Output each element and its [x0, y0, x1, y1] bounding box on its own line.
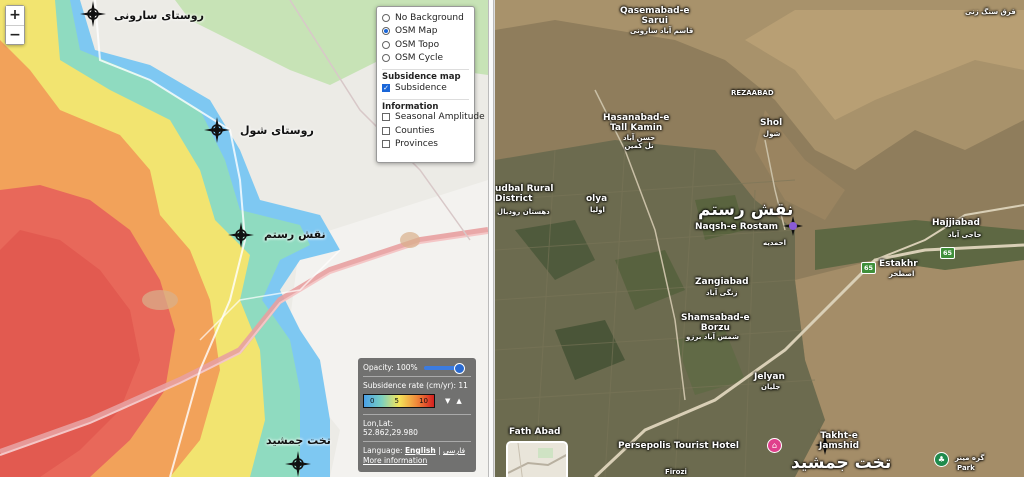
- zoom-out-button[interactable]: −: [6, 25, 24, 44]
- place-label: احمدیه: [763, 239, 787, 247]
- legend-tick: 5: [394, 397, 399, 405]
- pane-divider: [488, 0, 494, 477]
- zoom-in-button[interactable]: +: [6, 6, 24, 25]
- color-legend-bar: 0 5 10: [363, 394, 435, 408]
- satellite-map-pane[interactable]: Qasemabad-e Sarui قاسم آباد سارونی Hasan…: [495, 0, 1024, 477]
- place-label: Jelyan: [754, 372, 785, 382]
- place-label: قاسم آباد سارونی: [630, 27, 694, 35]
- place-label: Estakhr: [879, 259, 918, 269]
- satellite-imagery[interactable]: [495, 0, 1024, 477]
- layer-switcher-panel: No Background OSM Map OSM Topo OSM Cycle…: [376, 6, 485, 163]
- radio-icon[interactable]: [382, 40, 390, 49]
- location-marker-icon[interactable]: [204, 117, 230, 143]
- place-label-saruni: روستای سارونی: [114, 9, 204, 22]
- place-label-naqsh: نقش رستم: [264, 228, 326, 241]
- poi-label: Persepolis Tourist Hotel: [618, 441, 739, 451]
- overlay-option[interactable]: Provinces: [382, 138, 469, 152]
- place-label: اصطخر: [889, 270, 915, 278]
- place-label: حاجی آباد: [948, 231, 982, 239]
- place-label: Zangiabad: [695, 277, 749, 287]
- place-label: udbal Rural District: [495, 184, 554, 204]
- place-label-takht: تخت جمشید: [266, 434, 331, 447]
- location-marker-icon[interactable]: [285, 451, 311, 477]
- place-label: Shol: [760, 118, 783, 128]
- zoom-control: + −: [5, 5, 25, 45]
- overlay-option[interactable]: Counties: [382, 124, 469, 138]
- legend-arrows: ▼▲: [445, 397, 468, 405]
- legend-tick: 10: [419, 397, 428, 405]
- place-label: olya: [586, 194, 608, 204]
- section-title-subsidence: Subsidence map: [382, 69, 469, 82]
- place-label: Hasanabad-e Tall Kamin: [603, 113, 670, 133]
- section-title-information: Information: [382, 98, 469, 112]
- road-shield: 65: [940, 247, 956, 259]
- place-label: نقش رستم: [698, 200, 794, 220]
- language-row: Language: English | فارسی: [363, 446, 466, 455]
- place-label: زنگی آباد: [706, 289, 738, 297]
- checkbox-icon[interactable]: [382, 126, 390, 135]
- opacity-label: Opacity: 100%: [363, 363, 418, 372]
- overlay-option[interactable]: Seasonal Amplitude: [382, 111, 485, 125]
- base-layer-option[interactable]: OSM Map: [382, 25, 469, 39]
- place-label: تخت جمشید: [791, 453, 892, 473]
- language-english-link[interactable]: English: [405, 446, 436, 455]
- place-label: قرق سنگ زنی: [965, 8, 1016, 16]
- location-marker-icon[interactable]: [228, 222, 254, 248]
- place-label: حسن آباد تل کمین: [623, 134, 656, 150]
- radio-icon[interactable]: [382, 54, 390, 63]
- opacity-slider[interactable]: [424, 363, 466, 374]
- place-label: جلیان: [761, 383, 781, 391]
- checkbox-icon[interactable]: [382, 140, 390, 149]
- opacity-row: Opacity: 100%: [363, 363, 471, 374]
- place-label-shol: روستای شول: [240, 124, 314, 137]
- subsidence-map-pane[interactable]: + − روستای سارونی روستای شول نقش رستم تخ…: [0, 0, 488, 477]
- checkbox-icon[interactable]: [382, 113, 390, 122]
- legend-tick: 0: [370, 397, 375, 405]
- layer-toggle-minimap[interactable]: [506, 441, 568, 477]
- place-label: Takht-e Jamshid: [819, 431, 860, 451]
- arrow-up-icon[interactable]: ▲: [456, 397, 467, 405]
- place-label: Hajjiabad: [932, 218, 980, 228]
- radio-icon[interactable]: [382, 27, 390, 36]
- hotel-icon[interactable]: ⌂: [767, 438, 782, 453]
- poi-label: گره مینر: [955, 454, 985, 462]
- base-layer-option[interactable]: OSM Cycle: [382, 52, 469, 66]
- place-label: Naqsh-e Rostam: [695, 222, 779, 232]
- place-label: Shamsabad-e Borzu: [681, 313, 750, 333]
- place-label: Qasemabad-e Sarui: [620, 6, 690, 26]
- place-label: REZAABAD: [731, 89, 774, 97]
- lonlat-label: Lon,Lat:: [363, 419, 394, 428]
- place-label: دهستان رودبال: [497, 208, 550, 216]
- place-label: Fath Abad: [509, 427, 561, 437]
- place-label: Firozi: [665, 468, 687, 476]
- radio-icon[interactable]: [382, 13, 390, 22]
- overlay-option-subsidence[interactable]: ✓ Subsidence: [382, 81, 469, 95]
- legend-row: 0 5 10 ▼▲: [363, 394, 471, 408]
- lonlat-value: 52.862,29.980: [363, 428, 418, 437]
- road-shield: 65: [861, 262, 877, 274]
- base-layer-option[interactable]: OSM Topo: [382, 38, 469, 52]
- place-label: شمس آباد برزو: [686, 333, 739, 341]
- subsidence-rate-label: Subsidence rate (cm/yr): 11: [363, 381, 468, 390]
- park-icon[interactable]: ♣: [934, 452, 949, 467]
- poi-label: Park: [957, 464, 975, 472]
- location-marker-icon[interactable]: [80, 1, 106, 27]
- checkbox-icon[interactable]: ✓: [382, 83, 390, 92]
- place-label: شول: [763, 130, 781, 138]
- base-layer-option[interactable]: No Background: [382, 11, 469, 25]
- more-information-link[interactable]: More information: [363, 456, 471, 465]
- info-panel: Opacity: 100% Subsidence rate (cm/yr): 1…: [358, 358, 476, 472]
- map-thumbnail-icon: [508, 443, 566, 477]
- language-farsi-link[interactable]: فارسی: [443, 446, 465, 455]
- place-label: اولیا: [590, 206, 605, 214]
- arrow-down-icon[interactable]: ▼: [445, 397, 456, 405]
